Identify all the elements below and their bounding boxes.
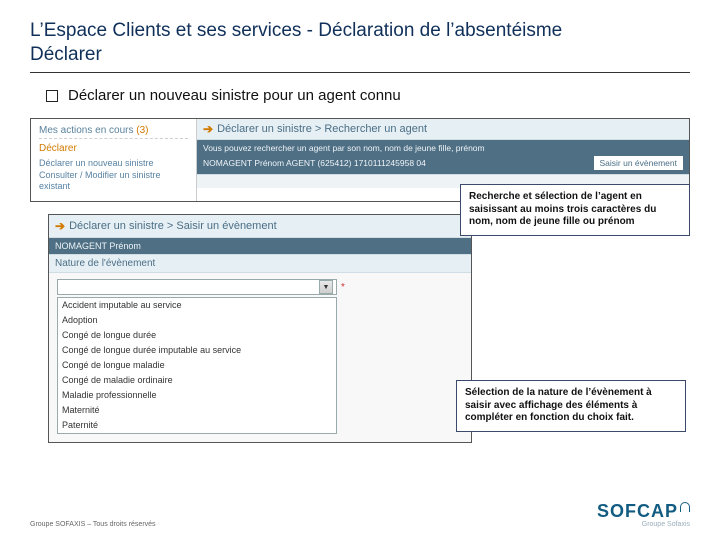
option[interactable]: Congé de maladie ordinaire [58, 373, 336, 388]
section-header: Nature de l'évènement [49, 254, 471, 273]
agent-header: NOMAGENT Prénom [49, 238, 471, 254]
screenshot-panel-enter-event: ➔ Déclarer un sinistre > Saisir un évène… [48, 214, 472, 443]
agent-result: NOMAGENT Prénom AGENT (625412) 171011124… [203, 158, 426, 168]
nature-options-list: Accident imputable au service Adoption C… [57, 297, 337, 434]
logo: SOFCAP Groupe Sofaxis [597, 502, 690, 528]
arrow-icon: ➔ [203, 122, 213, 136]
sidebar-heading-text: Mes actions en cours [39, 125, 134, 136]
title-divider [30, 72, 690, 73]
option[interactable]: Paternité [58, 418, 336, 433]
option[interactable]: Maladie professionnelle [58, 388, 336, 403]
breadcrumb: ➔ Déclarer un sinistre > Saisir un évène… [49, 215, 471, 238]
sidebar-link-declare-new[interactable]: Déclarer un nouveau sinistre [39, 158, 188, 170]
agent-row: NOMAGENT Prénom AGENT (625412) 171011124… [197, 156, 689, 174]
help-text: Vous pouvez rechercher un agent par son … [203, 143, 485, 153]
breadcrumb-text: Déclarer un sinistre > Rechercher un age… [217, 123, 427, 135]
option[interactable]: Accident imputable au service [58, 298, 336, 313]
logo-arc-icon [680, 502, 690, 512]
enter-event-button[interactable]: Saisir un évènement [594, 156, 684, 170]
option[interactable]: Congé de longue durée [58, 328, 336, 343]
title-line-1: L’Espace Clients et ses services - Décla… [30, 20, 690, 42]
required-star-icon: * [341, 282, 345, 293]
sidebar-divider [39, 138, 188, 139]
callout-event-nature: Sélection de la nature de l’évènement à … [456, 380, 686, 432]
sidebar-count: (3) [136, 125, 148, 136]
nature-select-row: ▼ * [57, 279, 463, 295]
option[interactable]: Maternité [58, 403, 336, 418]
option[interactable]: Adoption [58, 313, 336, 328]
option[interactable]: Congé de longue durée imputable au servi… [58, 343, 336, 358]
callout-search-agent: Recherche et sélection de l’agent en sai… [460, 184, 690, 236]
option[interactable]: Congé de longue maladie [58, 358, 336, 373]
bullet-text: Déclarer un nouveau sinistre pour un age… [68, 87, 401, 104]
footer: Groupe SOFAXIS – Tous droits réservés SO… [30, 502, 690, 528]
help-row: Vous pouvez rechercher un agent par son … [197, 140, 689, 156]
sidebar-section: Déclarer [39, 143, 188, 154]
nature-select[interactable]: ▼ [57, 279, 337, 295]
breadcrumb-text: Déclarer un sinistre > Saisir un évèneme… [69, 220, 277, 232]
bullet-square-icon [46, 90, 58, 102]
sidebar-link-consult-modify[interactable]: Consulter / Modifier un sinistre existan… [39, 170, 188, 193]
arrow-icon: ➔ [55, 219, 65, 233]
slide-title: L’Espace Clients et ses services - Décla… [30, 20, 690, 66]
sidebar-heading: Mes actions en cours (3) [39, 125, 188, 136]
chevron-down-icon: ▼ [319, 280, 333, 294]
footer-copyright: Groupe SOFAXIS – Tous droits réservés [30, 521, 156, 528]
title-line-2: Déclarer [30, 44, 690, 66]
logo-main: SOFCAP [597, 501, 678, 521]
logo-sub: Groupe Sofaxis [597, 521, 690, 528]
sidebar: Mes actions en cours (3) Déclarer Déclar… [31, 119, 196, 201]
breadcrumb: ➔ Déclarer un sinistre > Rechercher un a… [197, 119, 689, 140]
bullet-row: Déclarer un nouveau sinistre pour un age… [46, 87, 690, 104]
